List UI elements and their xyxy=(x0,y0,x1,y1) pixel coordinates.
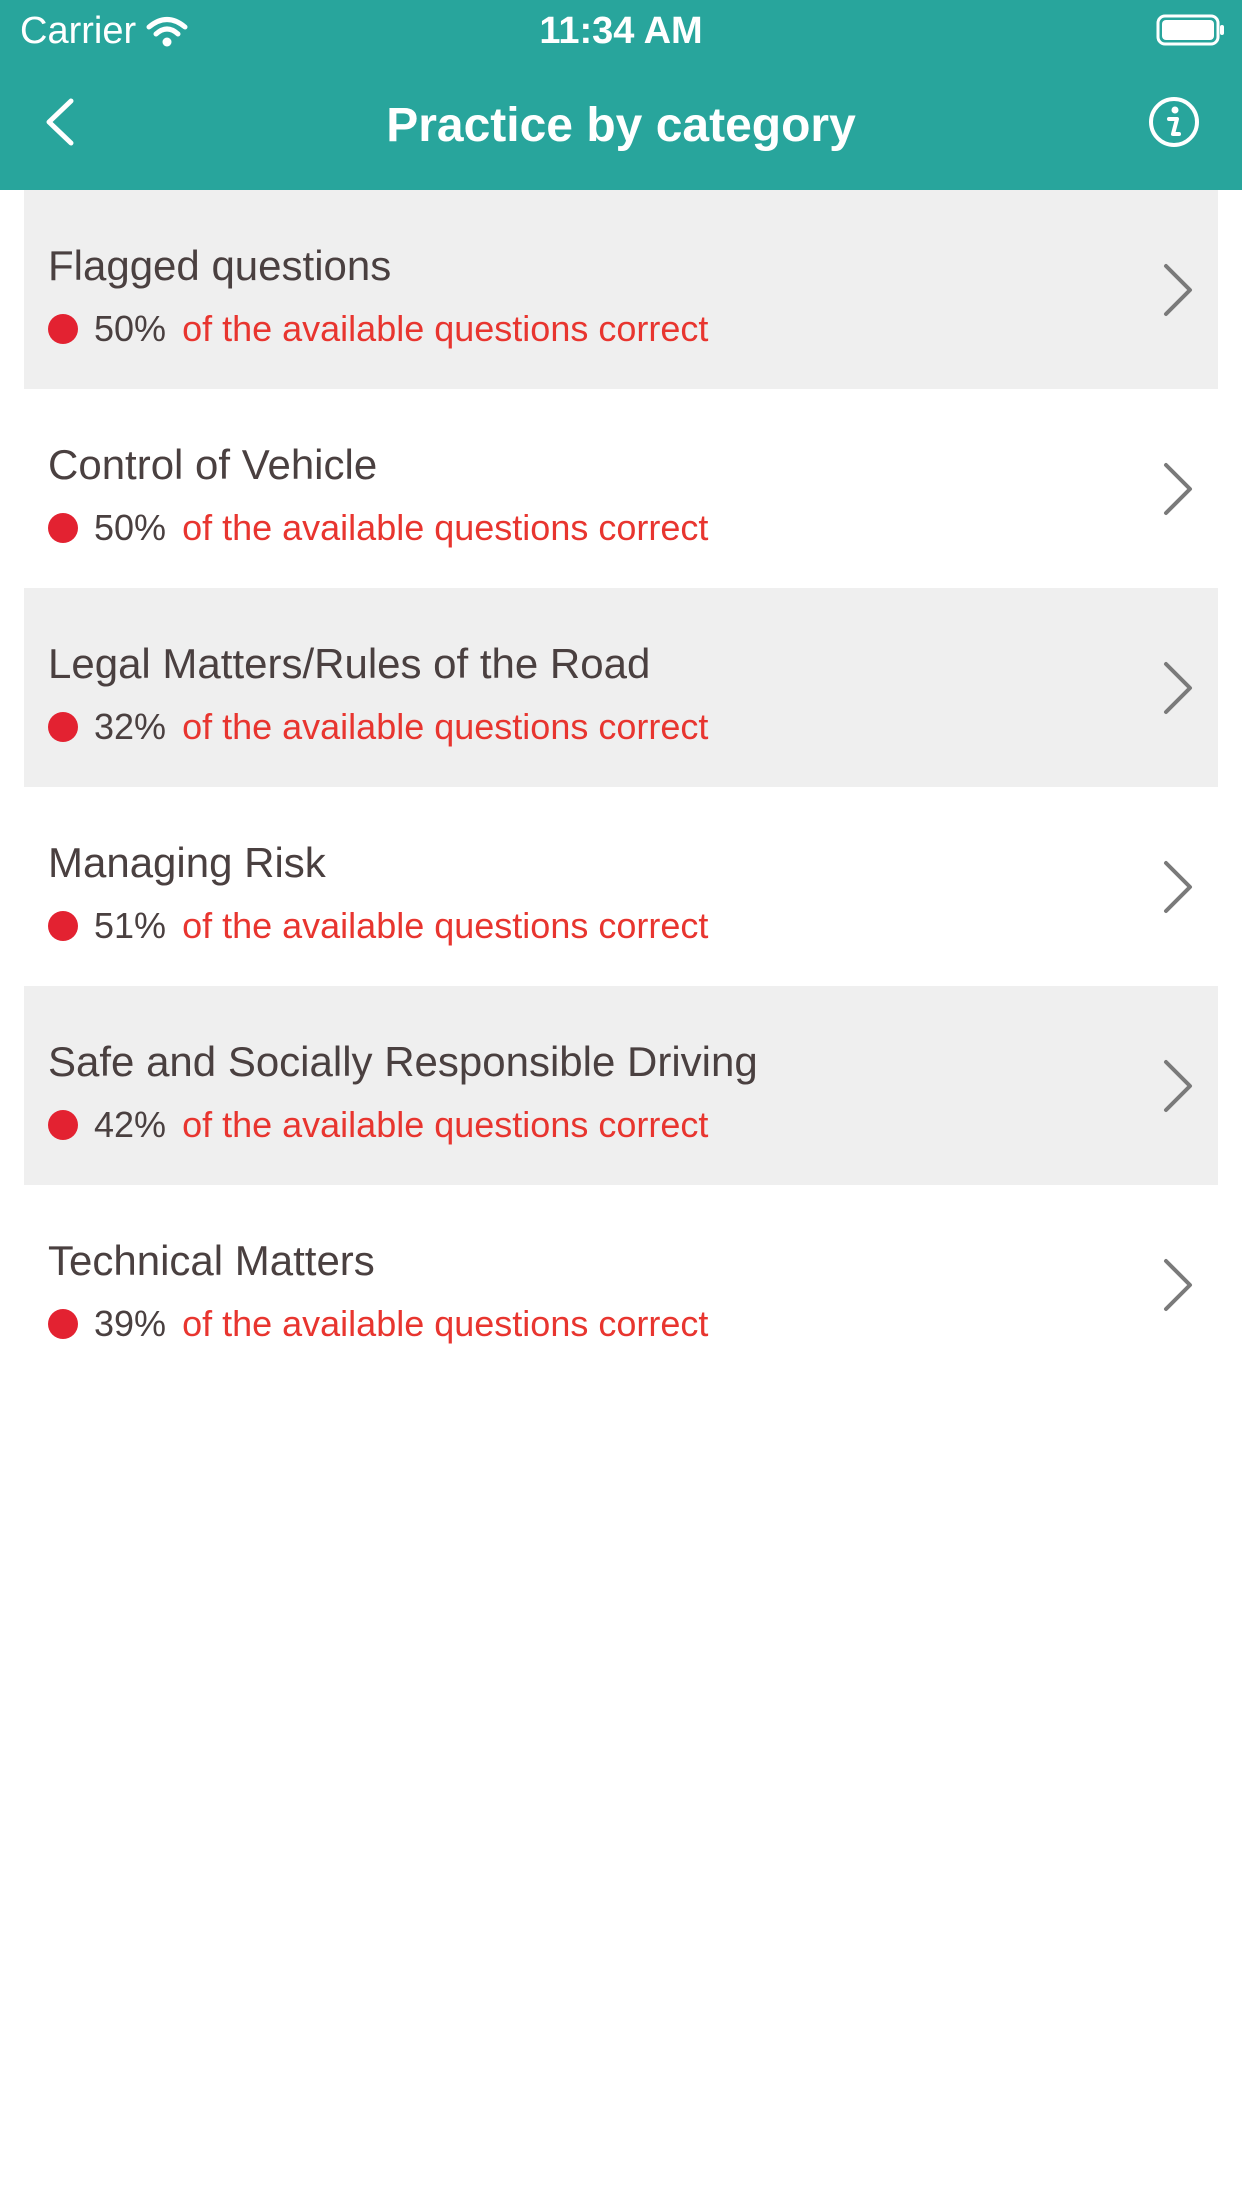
category-percent: 32% xyxy=(94,706,167,747)
category-row[interactable]: Managing Risk 51% of the available quest… xyxy=(24,787,1218,986)
status-dot-icon xyxy=(48,513,78,543)
chevron-right-icon xyxy=(1164,463,1192,515)
category-title: Safe and Socially Responsible Driving xyxy=(48,1038,758,1085)
chevron-right-icon xyxy=(1164,264,1192,316)
category-percent: 50% xyxy=(94,308,167,349)
category-list: Flagged questions 50% of the available q… xyxy=(24,190,1218,1384)
chevron-right-icon xyxy=(1164,861,1192,913)
navigation-bar: Practice by category xyxy=(0,62,1242,190)
category-score-suffix: of the available questions correct xyxy=(182,1303,709,1344)
category-score-suffix: of the available questions correct xyxy=(182,507,709,548)
page-title: Practice by category xyxy=(386,99,856,152)
category-score: 42% of the available questions correct xyxy=(48,1104,708,1146)
status-dot-icon xyxy=(48,911,78,941)
status-dot-icon xyxy=(48,1309,78,1339)
app-header: Carrier 11:34 AM Practice by category xyxy=(0,0,1242,190)
category-title: Managing Risk xyxy=(48,839,326,886)
category-row[interactable]: Flagged questions 50% of the available q… xyxy=(24,190,1218,389)
info-icon[interactable] xyxy=(1146,94,1202,150)
category-score: 32% of the available questions correct xyxy=(48,706,708,748)
category-row[interactable]: Safe and Socially Responsible Driving 42… xyxy=(24,986,1218,1185)
chevron-right-icon xyxy=(1164,1259,1192,1311)
battery-icon xyxy=(1156,14,1224,46)
category-percent: 51% xyxy=(94,905,167,946)
category-title: Technical Matters xyxy=(48,1237,375,1284)
category-score-suffix: of the available questions correct xyxy=(182,905,709,946)
category-percent: 50% xyxy=(94,507,167,548)
category-score: 50% of the available questions correct xyxy=(48,308,708,350)
category-score-suffix: of the available questions correct xyxy=(182,308,709,349)
category-title: Control of Vehicle xyxy=(48,441,378,488)
category-score-suffix: of the available questions correct xyxy=(182,706,709,747)
category-row[interactable]: Control of Vehicle 50% of the available … xyxy=(24,389,1218,588)
category-score: 51% of the available questions correct xyxy=(48,905,708,947)
category-percent: 42% xyxy=(94,1104,167,1145)
status-time: 11:34 AM xyxy=(539,10,703,52)
category-row[interactable]: Technical Matters 39% of the available q… xyxy=(24,1185,1218,1384)
category-score: 50% of the available questions correct xyxy=(48,507,708,549)
category-row[interactable]: Legal Matters/Rules of the Road 32% of t… xyxy=(24,588,1218,787)
status-dot-icon xyxy=(48,712,78,742)
status-dot-icon xyxy=(48,314,78,344)
chevron-right-icon xyxy=(1164,1060,1192,1112)
category-score-suffix: of the available questions correct xyxy=(182,1104,709,1145)
chevron-right-icon xyxy=(1164,662,1192,714)
category-title: Legal Matters/Rules of the Road xyxy=(48,640,651,687)
category-percent: 39% xyxy=(94,1303,167,1344)
status-bar: Carrier 11:34 AM xyxy=(0,0,1242,62)
category-score: 39% of the available questions correct xyxy=(48,1303,708,1345)
category-title: Flagged questions xyxy=(48,242,392,289)
screen: Carrier 11:34 AM Practice by category Fl… xyxy=(0,0,1242,2208)
status-dot-icon xyxy=(48,1110,78,1140)
